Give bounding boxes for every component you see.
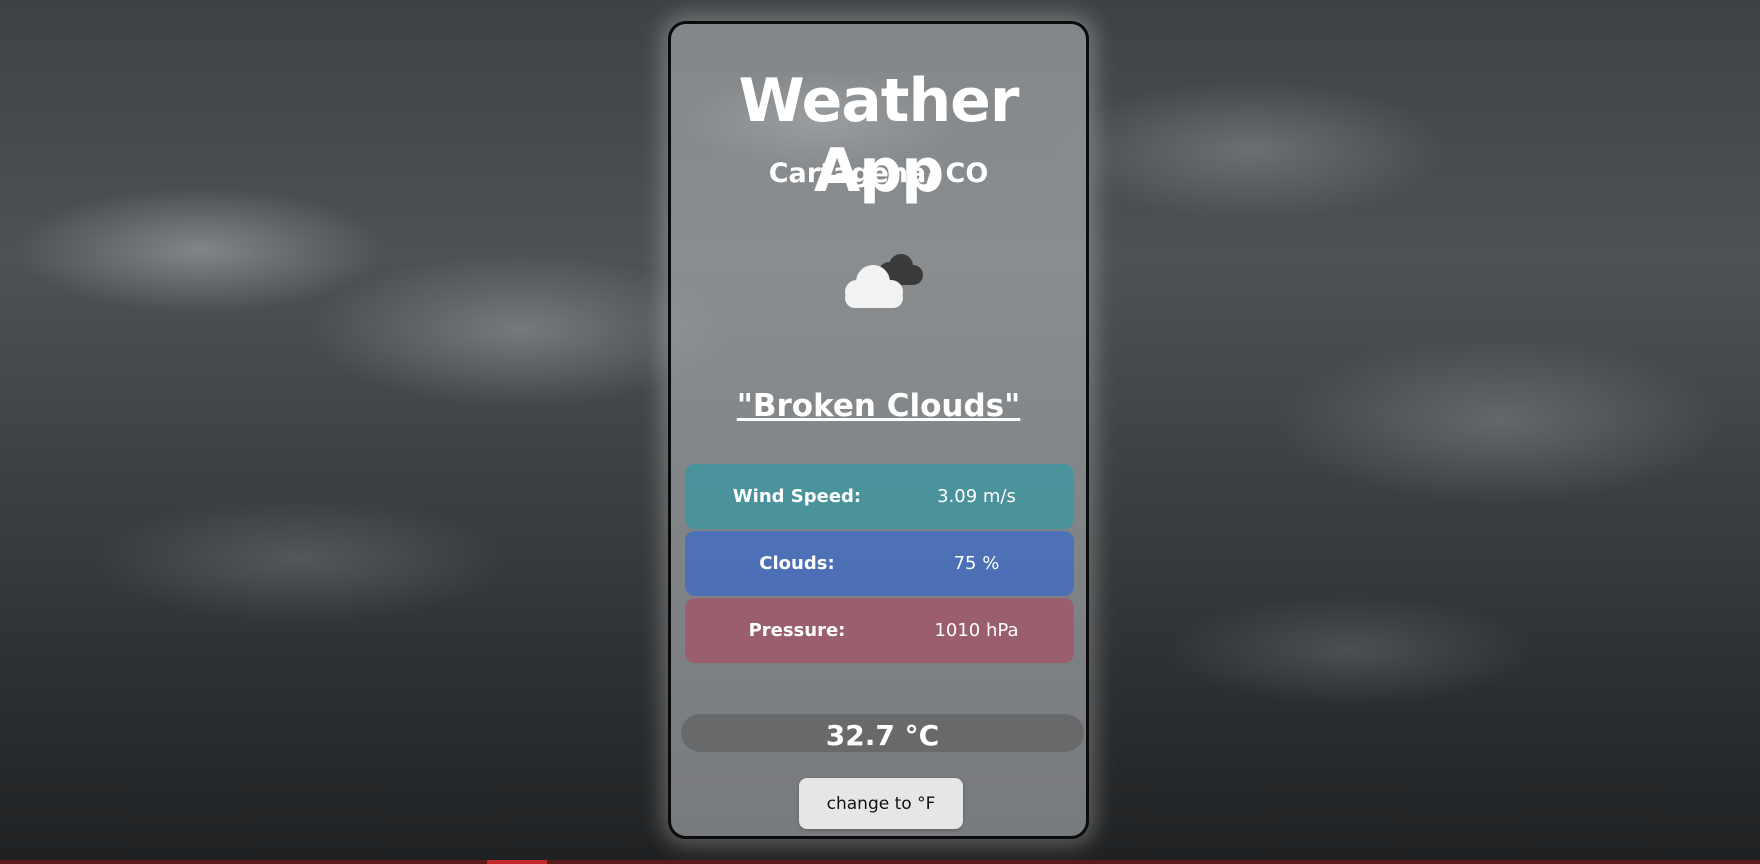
change-unit-button[interactable]: change to °F — [799, 778, 963, 829]
bottom-edge-accent — [487, 860, 547, 864]
bottom-edge-bar — [0, 860, 1760, 864]
clouds-row: Clouds: 75 % — [685, 531, 1074, 596]
weather-description: "Broken Clouds" — [736, 388, 1021, 424]
temperature-display: 32.7 °C — [681, 714, 1084, 752]
pressure-label: Pressure: — [748, 620, 846, 641]
clouds-label: Clouds: — [759, 553, 835, 574]
wind-speed-value: 3.09 m/s — [937, 486, 1016, 507]
weather-card: Weather App Cartagena/ CO "Broken Clouds… — [668, 21, 1089, 839]
wind-speed-row: Wind Speed: 3.09 m/s — [685, 464, 1074, 529]
pressure-value: 1010 hPa — [934, 620, 1019, 641]
wind-speed-label: Wind Speed: — [732, 486, 862, 507]
clouds-value: 75 % — [953, 553, 1000, 574]
broken-clouds-icon — [845, 254, 923, 308]
location-label: Cartagena/ CO — [768, 158, 989, 189]
pressure-row: Pressure: 1010 hPa — [685, 598, 1074, 663]
